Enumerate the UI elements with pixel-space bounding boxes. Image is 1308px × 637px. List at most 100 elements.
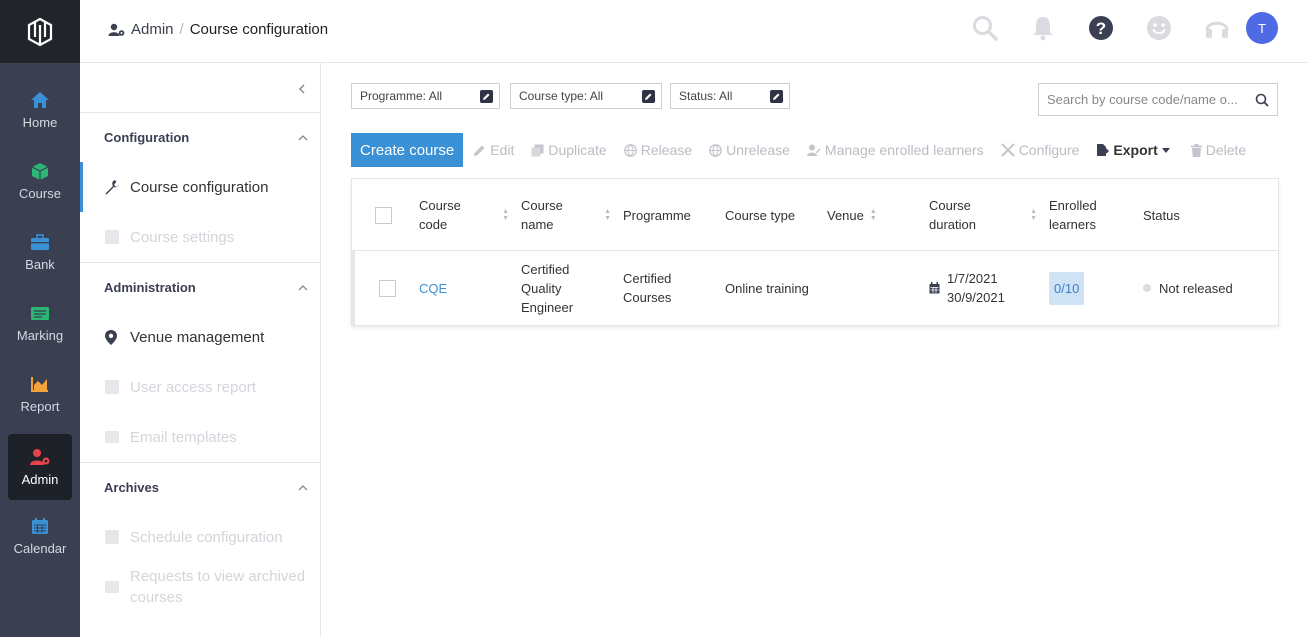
chart-icon	[31, 376, 48, 392]
search-input[interactable]	[1047, 92, 1255, 107]
sort-icon[interactable]: ▲ ▼	[604, 208, 611, 222]
location-pin-icon	[105, 329, 117, 345]
search-button[interactable]	[956, 15, 1014, 41]
rail-item-label: Calendar	[13, 540, 67, 556]
edit-button[interactable]: Edit	[473, 142, 514, 158]
table-row[interactable]: CQE Certified Quality Engineer Certified Co…	[352, 251, 1278, 325]
create-course-button[interactable]: Create course	[351, 133, 464, 167]
duration-cell: 1/7/2021 30/9/2021	[929, 251, 1005, 325]
page-title: Course configuration	[189, 21, 329, 38]
edit-label: Edit	[490, 142, 515, 158]
row-checkbox[interactable]	[379, 279, 396, 297]
header-course-code[interactable]: Course code ▲ ▼	[419, 179, 509, 251]
unrelease-button[interactable]: Unrelease	[709, 142, 790, 158]
settings-icon	[105, 230, 119, 244]
nav-item-email-templates[interactable]: Email templates	[80, 412, 320, 462]
nav-item-course-settings[interactable]: Course settings	[80, 212, 320, 262]
cell-text: Engineer	[521, 299, 574, 315]
avatar[interactable]: T	[1246, 12, 1278, 44]
rail-item-admin[interactable]: Admin	[8, 434, 72, 500]
nav-item-venue-management[interactable]: Venue management	[80, 312, 320, 362]
schedule-icon	[105, 530, 119, 544]
enrolled-count-badge[interactable]: 0/10	[1049, 271, 1085, 305]
section-header-configuration[interactable]: Configuration	[80, 112, 320, 162]
briefcase-icon	[31, 233, 49, 250]
edit-icon	[642, 89, 655, 103]
sort-icon[interactable]: ▲ ▼	[1030, 208, 1037, 222]
nav-item-schedule-configuration[interactable]: Schedule configuration	[80, 512, 320, 562]
course-type-filter[interactable]: Course type: All	[510, 83, 662, 109]
feedback-button[interactable]	[1130, 15, 1188, 41]
app-logo[interactable]	[0, 0, 80, 63]
notifications-button[interactable]	[1014, 15, 1072, 41]
header-text: learners	[1049, 217, 1096, 232]
status-badge: Not released	[1159, 280, 1233, 296]
release-label: Release	[640, 142, 693, 158]
breadcrumb-separator: /	[179, 21, 184, 38]
nav-item-user-access-report[interactable]: User access report	[80, 362, 320, 412]
rail-item-course[interactable]: Course	[8, 148, 72, 214]
edit-icon	[770, 89, 783, 103]
sort-icon[interactable]: ▲ ▼	[502, 208, 509, 222]
header-course-duration[interactable]: Course duration ▲ ▼	[929, 179, 1037, 251]
collapse-sidebar-button[interactable]	[298, 81, 306, 97]
top-icons: ? T	[956, 12, 1308, 44]
row-select	[379, 251, 396, 325]
header-status: Status	[1143, 207, 1180, 223]
search-box	[1038, 83, 1278, 116]
cell-text: Courses	[623, 290, 672, 305]
tools-icon	[1000, 143, 1015, 157]
end-date: 30/9/2021	[947, 290, 1005, 305]
rail-item-label: Admin	[21, 471, 59, 487]
configure-button[interactable]: Configure	[1000, 142, 1079, 158]
edit-icon	[480, 89, 493, 103]
delete-button[interactable]: Delete	[1190, 142, 1246, 158]
nav-item-label: Venue management	[130, 328, 265, 346]
rail-item-marking[interactable]: Marking	[8, 290, 72, 356]
unrelease-label: Unrelease	[726, 142, 790, 158]
action-toolbar: Create course Edit Duplicate Release Unr…	[351, 133, 1246, 167]
admin-icon	[30, 448, 50, 465]
status-dot	[1143, 284, 1151, 292]
export-label: Export	[1113, 142, 1158, 158]
course-code-link[interactable]: CQE	[419, 251, 447, 325]
help-button[interactable]: ?	[1072, 15, 1130, 41]
calendar-icon	[929, 282, 940, 294]
breadcrumb-root[interactable]: Admin	[131, 21, 174, 38]
status-filter[interactable]: Status: All	[670, 83, 790, 109]
copy-icon	[531, 144, 544, 156]
duplicate-button[interactable]: Duplicate	[531, 142, 607, 158]
logo-icon	[27, 17, 53, 46]
wrench-icon	[105, 180, 119, 195]
nav-item-archived-requests[interactable]: Requests to view archived courses	[80, 562, 320, 612]
header-course-name[interactable]: Course name ▲ ▼	[521, 179, 611, 251]
section-header-administration[interactable]: Administration	[80, 262, 320, 312]
main-content: Programme: All Course type: All Status: …	[321, 63, 1308, 637]
rail-item-bank[interactable]: Bank	[8, 219, 72, 285]
rail-item-calendar[interactable]: Calendar	[8, 503, 72, 569]
sort-icon[interactable]: ▲ ▼	[870, 208, 877, 222]
section-title: Administration	[104, 280, 196, 295]
globe-icon	[709, 143, 722, 157]
chevron-up-icon	[298, 285, 308, 291]
rail-item-home[interactable]: Home	[8, 77, 72, 143]
support-button[interactable]	[1188, 15, 1246, 41]
rail-item-report[interactable]: Report	[8, 361, 72, 427]
select-all-checkbox[interactable]	[375, 206, 392, 224]
status-filter-label: Status: All	[679, 89, 733, 103]
smiley-icon	[1147, 16, 1171, 40]
cell-text: Certified	[521, 261, 570, 277]
section-header-archives[interactable]: Archives	[80, 462, 320, 512]
nav-item-course-configuration[interactable]: Course configuration	[80, 162, 320, 212]
svg-text:?: ?	[1096, 19, 1106, 38]
programme-filter-label: Programme: All	[360, 89, 443, 103]
programme-filter[interactable]: Programme: All	[351, 83, 500, 109]
release-button[interactable]: Release	[623, 142, 693, 158]
manage-enrolled-learners-button[interactable]: Manage enrolled learners	[806, 142, 984, 158]
globe-icon	[623, 143, 637, 157]
header-venue[interactable]: Venue ▲ ▼	[827, 179, 883, 251]
marking-icon	[31, 306, 49, 320]
search-icon[interactable]	[1255, 93, 1269, 107]
export-button[interactable]: Export	[1096, 142, 1170, 158]
header-text: Venue	[827, 207, 864, 223]
